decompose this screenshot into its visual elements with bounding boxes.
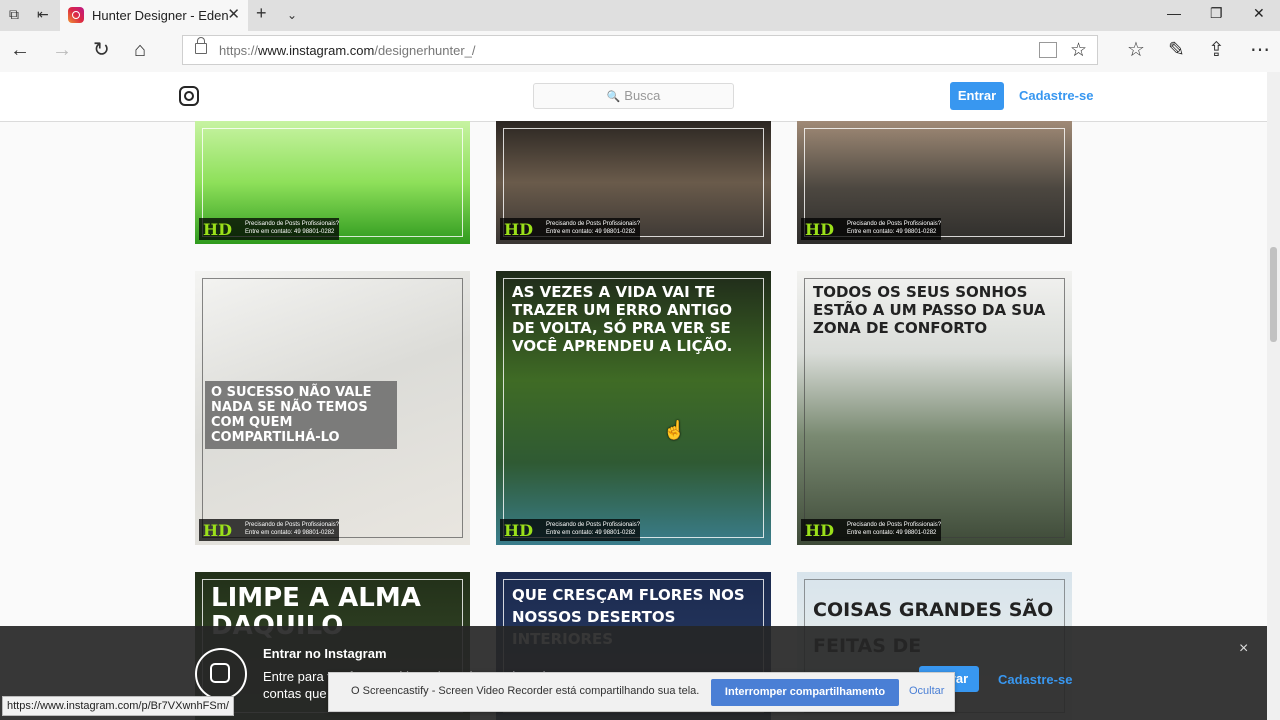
new-tab-icon[interactable]: + — [256, 3, 267, 24]
post-caption: O sucesso não vale nada se não temos com… — [205, 381, 397, 449]
post-caption: Todos os seus sonhos estão a um passo da… — [813, 283, 1046, 337]
tab-list-icon[interactable]: ⌄ — [287, 8, 297, 22]
close-icon[interactable]: × — [1239, 640, 1248, 658]
signup-link[interactable]: Cadastre-se — [1019, 88, 1093, 103]
login-button[interactable]: Entrar — [950, 82, 1004, 110]
favorites-icon[interactable]: ☆ — [1127, 39, 1145, 61]
post-tile[interactable]: HD Precisando de Posts Profissionais? Entr… — [496, 121, 771, 244]
refresh-icon[interactable]: ↻ — [93, 39, 110, 61]
back-icon[interactable]: ← — [10, 39, 30, 61]
forward-icon[interactable]: → — [52, 39, 72, 61]
scrollbar[interactable] — [1267, 72, 1280, 720]
minimize-icon[interactable]: — — [1167, 5, 1181, 21]
home-icon[interactable]: ⌂ — [134, 39, 146, 61]
instagram-header: 🔍 Busca Entrar Cadastre-se — [0, 72, 1267, 122]
share-icon[interactable]: ⇪ — [1208, 39, 1225, 61]
watermark: HD Precisando de Posts Profissionais? Entr… — [199, 218, 339, 240]
close-tab-icon[interactable]: ✕ — [227, 5, 240, 23]
post-tile[interactable]: As vezes a vida vai te trazer um erro an… — [496, 271, 771, 545]
url-text: https://www.instagram.com/designerhunter… — [219, 43, 476, 58]
close-window-icon[interactable]: ✕ — [1253, 5, 1265, 22]
search-placeholder: Busca — [624, 88, 661, 103]
login-banner-signup-link[interactable]: Cadastre-se — [998, 672, 1072, 687]
hide-link[interactable]: Ocultar — [909, 685, 944, 697]
post-tile[interactable]: O sucesso não vale nada se não temos com… — [195, 271, 470, 545]
post-caption: As vezes a vida vai te trazer um erro an… — [512, 283, 733, 355]
status-url: https://www.instagram.com/p/Br7VXwnhFSm/ — [2, 696, 234, 716]
back-tabs-icon[interactable]: ⇤ — [37, 6, 49, 23]
scrollbar-thumb[interactable] — [1270, 247, 1277, 342]
post-tile[interactable]: HD Precisando de Posts Profissionais? Entr… — [195, 121, 470, 244]
browser-tab[interactable]: Hunter Designer - Eden ✕ — [60, 0, 248, 31]
address-bar[interactable]: https://www.instagram.com/designerhunter… — [182, 35, 1098, 65]
watermark: HD Precisando de Posts Profissionais? Entr… — [500, 519, 640, 541]
sharing-message: O Screencastify - Screen Video Recorder … — [351, 685, 700, 697]
watermark: HD Precisando de Posts Profissionais? Entr… — [500, 218, 640, 240]
hand-cursor-icon: ☝ — [663, 420, 686, 440]
stop-sharing-button[interactable]: Interromper compartilhamento — [711, 679, 899, 706]
maximize-icon[interactable]: ❐ — [1210, 5, 1223, 22]
watermark: HD Precisando de Posts Profissionais? Entr… — [801, 519, 941, 541]
tab-bar: ⧉ ⇤ Hunter Designer - Eden ✕ + ⌄ — ❐ ✕ — [0, 0, 1280, 31]
watermark: HD Precisando de Posts Profissionais? Entr… — [199, 519, 339, 541]
instagram-logo-icon — [195, 648, 247, 700]
search-input[interactable]: 🔍 Busca — [533, 83, 734, 109]
post-tile[interactable]: HD Precisando de Posts Profissionais? Entr… — [797, 121, 1072, 244]
navigation-bar: ← → ↻ ⌂ https://www.instagram.com/design… — [0, 31, 1280, 73]
notes-icon[interactable]: ✎ — [1168, 39, 1185, 61]
more-icon[interactable]: ⋯ — [1250, 39, 1270, 61]
instagram-logo-icon[interactable] — [179, 86, 199, 106]
post-tile[interactable]: Todos os seus sonhos estão a um passo da… — [797, 271, 1072, 545]
tab-title: Hunter Designer - Eden — [92, 8, 229, 23]
login-banner-title: Entrar no Instagram — [263, 646, 387, 661]
reading-view-icon[interactable] — [1039, 42, 1057, 58]
watermark: HD Precisando de Posts Profissionais? Entr… — [801, 218, 941, 240]
search-icon: 🔍 — [606, 91, 621, 103]
instagram-favicon-icon — [68, 7, 84, 23]
screen-sharing-bar: O Screencastify - Screen Video Recorder … — [328, 672, 955, 712]
tabs-icon[interactable]: ⧉ — [9, 6, 19, 23]
favorite-star-icon[interactable]: ☆ — [1070, 39, 1087, 62]
lock-icon — [195, 37, 207, 54]
